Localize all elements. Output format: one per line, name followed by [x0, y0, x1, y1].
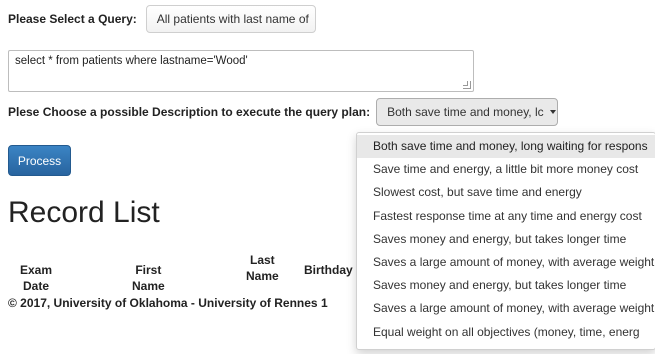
column-birthday: Birthday	[304, 263, 353, 277]
column-last-name: Last Name	[246, 252, 279, 284]
column-last-name-line1: Last	[250, 253, 275, 267]
footer-copyright: © 2017, University of Oklahoma - Univers…	[8, 296, 328, 310]
menu-option[interactable]: Fastest response time at any time and en…	[357, 205, 655, 228]
record-list-title: Record List	[8, 196, 160, 229]
menu-option[interactable]: Save time and energy, a little bit more …	[357, 158, 655, 181]
query-dropdown[interactable]: All patients with last name of	[145, 5, 316, 33]
query-row: Please Select a Query: All patients with…	[8, 5, 316, 33]
menu-option[interactable]: Both save time and money, long waiting f…	[357, 135, 655, 159]
caret-down-icon	[315, 17, 316, 21]
column-first-name: First Name	[132, 263, 165, 293]
process-button[interactable]: Process	[8, 145, 71, 176]
query-label: Please Select a Query:	[8, 12, 137, 26]
menu-option[interactable]: Equal weight on all objectives (money, t…	[357, 321, 655, 344]
description-row: Plese Choose a possible Description to e…	[8, 98, 559, 126]
menu-option[interactable]: Slowest cost, but save time and energy	[357, 181, 655, 204]
column-last-name-line2: Name	[246, 269, 279, 283]
description-dropdown-menu: Both save time and money, long waiting f…	[356, 132, 655, 350]
caret-down-icon	[549, 110, 556, 114]
column-exam-date: Exam Date	[20, 263, 53, 293]
description-dropdown-value: Both save time and money, lc	[387, 105, 544, 119]
resize-handle-icon[interactable]	[463, 81, 471, 89]
menu-option[interactable]: Saves a large amount of money, with aver…	[357, 251, 655, 274]
description-dropdown[interactable]: Both save time and money, lc	[376, 98, 559, 126]
menu-option[interactable]: Saves money and energy, but takes longer…	[357, 274, 655, 297]
menu-option[interactable]: Saves money and energy, but takes longer…	[357, 228, 655, 251]
description-label: Plese Choose a possible Description to e…	[8, 105, 371, 119]
sql-textarea[interactable]: select * from patients where lastname='W…	[8, 50, 474, 92]
menu-option[interactable]: Saves a large amount of money, with aver…	[357, 297, 655, 320]
sql-text: select * from patients where lastname='W…	[15, 55, 248, 67]
query-dropdown-value: All patients with last name of	[156, 12, 309, 26]
